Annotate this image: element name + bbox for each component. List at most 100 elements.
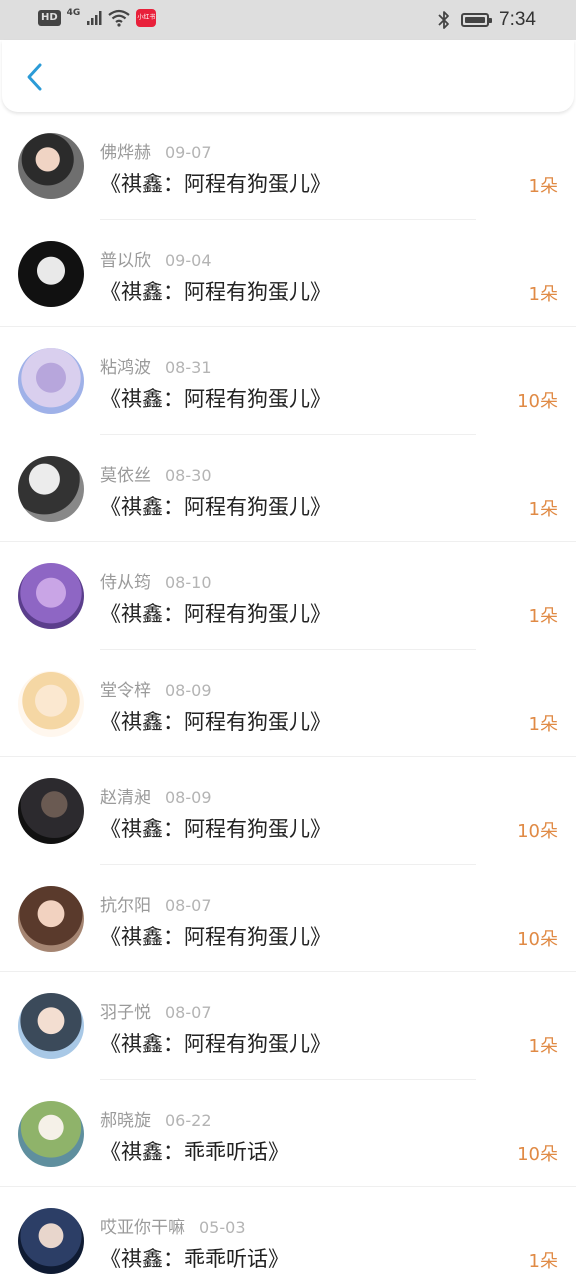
avatar[interactable] [18, 1100, 84, 1167]
gift-record-list: 佛烨赫 09-07 《祺鑫：阿程有狗蛋儿》 1朵 普以欣 09-04 《祺鑫：阿程有狗蛋儿》… [0, 112, 576, 1280]
gift-count: 1朵 [528, 1036, 558, 1057]
wifi-icon [108, 9, 131, 27]
avatar[interactable] [18, 670, 84, 737]
avatar-image [18, 993, 84, 1059]
name-date-line: 羽子悦 08-07 [100, 998, 212, 1023]
avatar-image [18, 1208, 84, 1274]
name-date-line: 郝晓旋 06-22 [100, 1106, 212, 1131]
user-name: 普以欣 [100, 250, 151, 271]
avatar-image [18, 563, 84, 629]
gift-count: 1朵 [528, 283, 558, 305]
user-name: 粘鸿波 [100, 358, 151, 378]
user-name: 郝晓旋 [100, 1110, 151, 1131]
list-item[interactable]: 莫依丝 08-30 《祺鑫：阿程有狗蛋儿》 1朵 [0, 435, 576, 542]
list-item[interactable]: 抗尔阳 08-07 《祺鑫：阿程有狗蛋儿》 10朵 [0, 865, 576, 972]
gift-date: 05-03 [199, 1218, 246, 1237]
gift-date: 09-07 [165, 143, 212, 162]
work-title: 《祺鑫：阿程有狗蛋儿》 [100, 494, 331, 519]
list-item[interactable]: 郝晓旋 06-22 《祺鑫：乖乖听话》 10朵 [0, 1080, 576, 1187]
status-left: HD 4G 小红书 [38, 8, 157, 27]
network-type: 4G [66, 8, 81, 18]
avatar[interactable] [18, 348, 84, 414]
avatar[interactable] [18, 993, 84, 1059]
avatar[interactable] [18, 778, 84, 844]
work-title: 《祺鑫：阿程有狗蛋儿》 [100, 279, 331, 304]
list-item[interactable]: 堂令梓 08-09 《祺鑫：阿程有狗蛋儿》 1朵 [0, 650, 576, 757]
signal-icon [87, 11, 102, 25]
avatar-image [18, 455, 84, 522]
gift-count: 1朵 [528, 176, 558, 197]
back-button[interactable] [20, 62, 48, 92]
avatar-image [18, 778, 84, 844]
gift-count: 10朵 [517, 391, 558, 412]
gift-date: 08-07 [165, 895, 212, 915]
list-item[interactable]: 赵清昶 08-09 《祺鑫：阿程有狗蛋儿》 10朵 [0, 757, 576, 865]
gift-count: 10朵 [517, 821, 558, 842]
gift-date: 08-07 [165, 1003, 212, 1022]
gift-count: 1朵 [528, 1251, 558, 1272]
avatar[interactable] [18, 1208, 84, 1274]
gift-count: 10朵 [517, 928, 558, 950]
avatar-image [18, 1100, 84, 1167]
gift-date: 09-04 [165, 250, 212, 270]
list-item[interactable]: 侍从筠 08-10 《祺鑫：阿程有狗蛋儿》 1朵 [0, 542, 576, 650]
avatar[interactable] [18, 133, 84, 199]
work-title: 《祺鑫：阿程有狗蛋儿》 [100, 602, 331, 626]
name-date-line: 莫依丝 08-30 [100, 461, 212, 486]
work-title: 《祺鑫：阿程有狗蛋儿》 [100, 924, 331, 949]
avatar[interactable] [18, 563, 84, 629]
status-bar: HD 4G 小红书 7:34 [0, 0, 576, 40]
gift-count: 1朵 [528, 498, 558, 520]
header-bar [2, 40, 574, 112]
name-date-line: 哎亚你干嘛 05-03 [100, 1213, 246, 1238]
work-title: 《祺鑫：阿程有狗蛋儿》 [100, 817, 331, 841]
gift-date: 08-10 [165, 573, 212, 592]
name-date-line: 赵清昶 08-09 [100, 783, 212, 808]
bluetooth-icon [438, 11, 449, 29]
list-item[interactable]: 羽子悦 08-07 《祺鑫：阿程有狗蛋儿》 1朵 [0, 972, 576, 1080]
app-notification-icon: 小红书 [136, 9, 157, 27]
list-item[interactable]: 普以欣 09-04 《祺鑫：阿程有狗蛋儿》 1朵 [0, 220, 576, 327]
list-item[interactable]: 粘鸿波 08-31 《祺鑫：阿程有狗蛋儿》 10朵 [0, 327, 576, 435]
avatar[interactable] [18, 455, 84, 522]
name-date-line: 堂令梓 08-09 [100, 676, 212, 701]
chevron-left-icon [27, 63, 42, 91]
name-date-line: 侍从筠 08-10 [100, 568, 212, 593]
status-right: 7:34 [437, 8, 536, 32]
user-name: 堂令梓 [100, 680, 151, 701]
user-name: 侍从筠 [100, 573, 151, 593]
battery-icon [461, 13, 493, 27]
user-name: 羽子悦 [100, 1003, 151, 1023]
work-title: 《祺鑫：乖乖听话》 [100, 1247, 289, 1271]
work-title: 《祺鑫：阿程有狗蛋儿》 [100, 1032, 331, 1056]
hd-indicator: HD [38, 10, 61, 26]
status-time: 7:34 [499, 9, 536, 30]
name-date-line: 佛烨赫 09-07 [100, 138, 212, 163]
avatar-image [18, 240, 84, 307]
gift-date: 08-09 [165, 788, 212, 807]
work-title: 《祺鑫：乖乖听话》 [100, 1139, 289, 1164]
gift-date: 08-09 [165, 680, 212, 700]
avatar-image [18, 348, 84, 414]
gift-count: 1朵 [528, 606, 558, 627]
user-name: 莫依丝 [100, 465, 151, 486]
avatar[interactable] [18, 240, 84, 307]
avatar-image [18, 670, 84, 737]
page: HD 4G 小红书 7:34 佛烨赫 09-07 《祺鑫：阿程有狗蛋儿》 1朵 … [0, 0, 576, 1280]
user-name: 赵清昶 [100, 788, 151, 808]
name-date-line: 普以欣 09-04 [100, 246, 212, 271]
user-name: 佛烨赫 [100, 143, 151, 163]
list-item[interactable]: 佛烨赫 09-07 《祺鑫：阿程有狗蛋儿》 1朵 [0, 112, 576, 220]
user-name: 抗尔阳 [100, 895, 151, 916]
list-item[interactable]: 哎亚你干嘛 05-03 《祺鑫：乖乖听话》 1朵 [0, 1187, 576, 1280]
name-date-line: 抗尔阳 08-07 [100, 891, 212, 916]
work-title: 《祺鑫：阿程有狗蛋儿》 [100, 709, 331, 734]
gift-count: 1朵 [528, 713, 558, 735]
gift-date: 06-22 [165, 1110, 212, 1130]
gift-date: 08-31 [165, 358, 212, 377]
work-title: 《祺鑫：阿程有狗蛋儿》 [100, 387, 331, 411]
gift-count: 10朵 [517, 1143, 558, 1165]
name-date-line: 粘鸿波 08-31 [100, 353, 212, 378]
avatar[interactable] [18, 885, 84, 952]
user-name: 哎亚你干嘛 [100, 1218, 185, 1238]
